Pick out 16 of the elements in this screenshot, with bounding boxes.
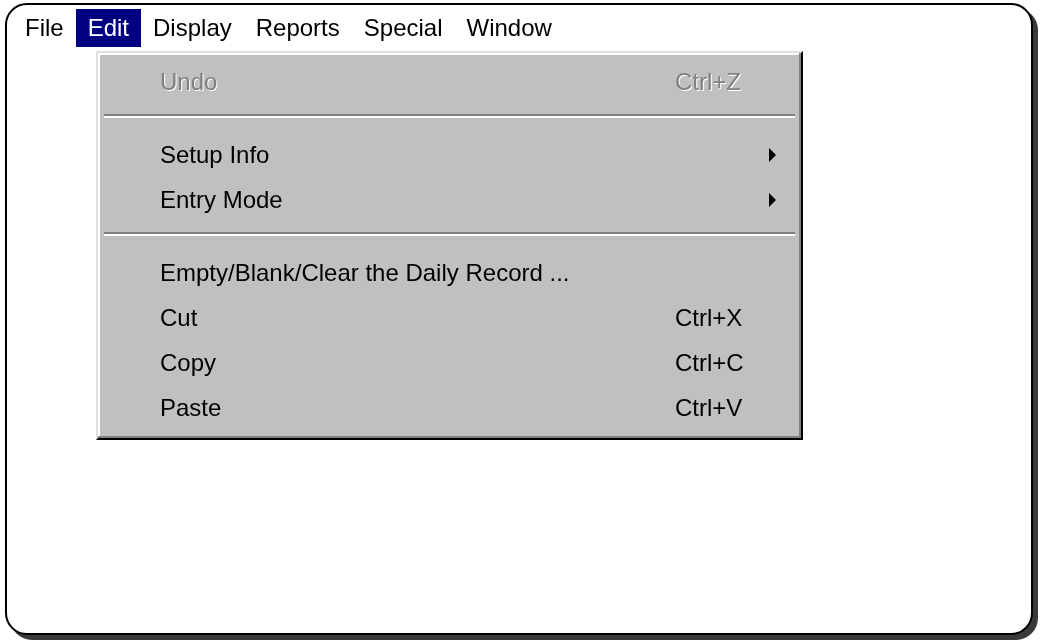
menu-bar-item[interactable]: Special <box>351 9 455 47</box>
menu-item[interactable]: Paste <box>160 393 222 422</box>
menu-item[interactable]: Entry Mode <box>160 185 283 214</box>
menu-bar-item[interactable]: Reports <box>243 9 352 47</box>
shortcut-label: Ctrl+X <box>675 303 743 332</box>
menu-bar-item[interactable]: File <box>13 9 76 47</box>
menu-item[interactable]: Setup Info <box>160 140 270 169</box>
menu-item[interactable]: Cut <box>160 303 198 332</box>
menu-item[interactable]: Empty/Blank/Clear the Daily Record ... <box>160 258 570 287</box>
menu-bar-item[interactable]: Display <box>141 9 244 47</box>
shortcut-label: Ctrl+Z <box>675 67 741 96</box>
menu-bar-item[interactable]: Window <box>454 9 564 47</box>
shortcut-label: Ctrl+C <box>675 348 744 377</box>
shortcut-label: Ctrl+V <box>675 393 743 422</box>
menu-item[interactable]: Copy <box>160 348 217 377</box>
menu-bar-item[interactable]: Edit <box>75 9 142 47</box>
